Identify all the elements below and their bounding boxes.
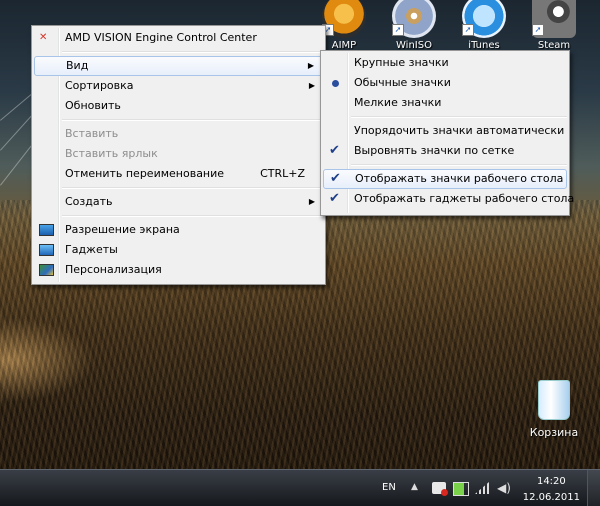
- menu-item-small-icons[interactable]: Мелкие значки: [323, 93, 567, 113]
- volume-icon[interactable]: ◀): [497, 482, 511, 494]
- menu-item-label: Обычные значки: [354, 76, 451, 89]
- checkmark-icon: ✔: [329, 191, 340, 206]
- menu-item-auto-arrange[interactable]: Упорядочить значки автоматически: [323, 121, 567, 141]
- menu-item-personalize[interactable]: Персонализация: [34, 260, 323, 280]
- menu-separator: [62, 187, 323, 189]
- menu-item-label: Мелкие значки: [354, 96, 442, 109]
- amd-icon: ✕: [39, 32, 48, 43]
- menu-item-label: Упорядочить значки автоматически: [354, 124, 565, 137]
- menu-item-amd-vision[interactable]: ✕ AMD VISION Engine Control Center: [34, 28, 323, 48]
- menu-item-refresh[interactable]: Обновить: [34, 96, 323, 116]
- menu-item-label: Вставить ярлык: [65, 147, 158, 160]
- menu-item-label: Создать: [65, 195, 113, 208]
- display-icon: [39, 224, 54, 236]
- language-indicator[interactable]: EN: [382, 482, 396, 493]
- recycle-bin[interactable]: Корзина: [524, 380, 584, 439]
- shortcut-arrow-icon: ➚: [462, 24, 474, 36]
- radio-dot-icon: [332, 80, 339, 87]
- menu-item-paste-shortcut: Вставить ярлык: [34, 144, 323, 164]
- menu-item-align-to-grid[interactable]: ✔ Выровнять значки по сетке: [323, 141, 567, 161]
- desktop-icon-steam[interactable]: ➚ Steam: [528, 0, 580, 51]
- clock-time: 14:20: [536, 476, 566, 487]
- submenu-arrow-icon: ▶: [308, 81, 315, 90]
- desktop-icon-itunes[interactable]: ➚ iTunes: [458, 0, 510, 51]
- menu-item-label: Отменить переименование: [65, 167, 225, 180]
- menu-item-label: AMD VISION Engine Control Center: [65, 31, 257, 44]
- checkmark-icon: ✔: [330, 171, 341, 186]
- menu-separator: [62, 119, 323, 121]
- action-center-flag-icon[interactable]: [432, 482, 448, 496]
- menu-item-sort[interactable]: Сортировка ▶: [34, 76, 323, 96]
- menu-item-shortcut: CTRL+Z: [260, 167, 305, 180]
- menu-item-new[interactable]: Создать ▶: [34, 192, 323, 212]
- menu-item-undo-rename[interactable]: Отменить переименование CTRL+Z: [34, 164, 323, 184]
- menu-item-medium-icons[interactable]: Обычные значки: [323, 73, 567, 93]
- menu-item-label: Сортировка: [65, 79, 134, 92]
- gadgets-icon: [39, 244, 54, 256]
- menu-item-gadgets[interactable]: Гаджеты: [34, 240, 323, 260]
- recycle-bin-icon: [538, 380, 570, 420]
- menu-item-paste: Вставить: [34, 124, 323, 144]
- shortcut-arrow-icon: ➚: [532, 24, 544, 36]
- network-signal-icon[interactable]: [475, 482, 489, 494]
- recycle-bin-label: Корзина: [529, 426, 579, 439]
- clock[interactable]: 14:20 12.06.2011: [523, 474, 580, 506]
- menu-item-label: Выровнять значки по сетке: [354, 144, 515, 157]
- desktop-context-menu: ✕ AMD VISION Engine Control Center Вид ▶…: [31, 25, 326, 285]
- show-desktop-button[interactable]: [587, 470, 600, 506]
- menu-item-label: Крупные значки: [354, 56, 449, 69]
- menu-item-view[interactable]: Вид ▶: [34, 56, 323, 76]
- taskbar: EN ▲ ◀) 14:20 12.06.2011: [0, 469, 600, 506]
- clock-date: 12.06.2011: [522, 492, 580, 503]
- menu-item-show-desktop-icons[interactable]: ✔ Отображать значки рабочего стола: [323, 169, 567, 189]
- menu-item-label: Отображать значки рабочего стола: [355, 172, 564, 185]
- submenu-arrow-icon: ▶: [308, 197, 315, 206]
- menu-item-label: Отображать гаджеты рабочего стола: [354, 192, 575, 205]
- battery-icon[interactable]: [453, 482, 469, 496]
- view-submenu: Крупные значки Обычные значки Мелкие зна…: [320, 50, 574, 216]
- show-hidden-icons-icon[interactable]: ▲: [411, 482, 425, 494]
- menu-item-label: Вид: [66, 59, 89, 72]
- menu-item-show-gadgets[interactable]: ✔ Отображать гаджеты рабочего стола: [323, 189, 574, 209]
- menu-item-label: Разрешение экрана: [65, 223, 180, 236]
- menu-item-label: Персонализация: [65, 263, 162, 276]
- desktop-icon-winiso[interactable]: ➚ WinISO: [388, 0, 440, 51]
- submenu-arrow-icon: ▶: [307, 61, 314, 70]
- menu-item-label: Обновить: [65, 99, 121, 112]
- menu-separator: [351, 116, 567, 118]
- menu-separator: [62, 215, 323, 217]
- shortcut-arrow-icon: ➚: [392, 24, 404, 36]
- personalize-icon: [39, 264, 54, 276]
- menu-item-label: Вставить: [65, 127, 119, 140]
- menu-item-large-icons[interactable]: Крупные значки: [323, 53, 567, 73]
- menu-item-screen-resolution[interactable]: Разрешение экрана: [34, 220, 323, 240]
- menu-separator: [62, 51, 323, 53]
- checkmark-icon: ✔: [329, 143, 340, 158]
- menu-separator: [351, 164, 567, 166]
- menu-item-label: Гаджеты: [65, 243, 118, 256]
